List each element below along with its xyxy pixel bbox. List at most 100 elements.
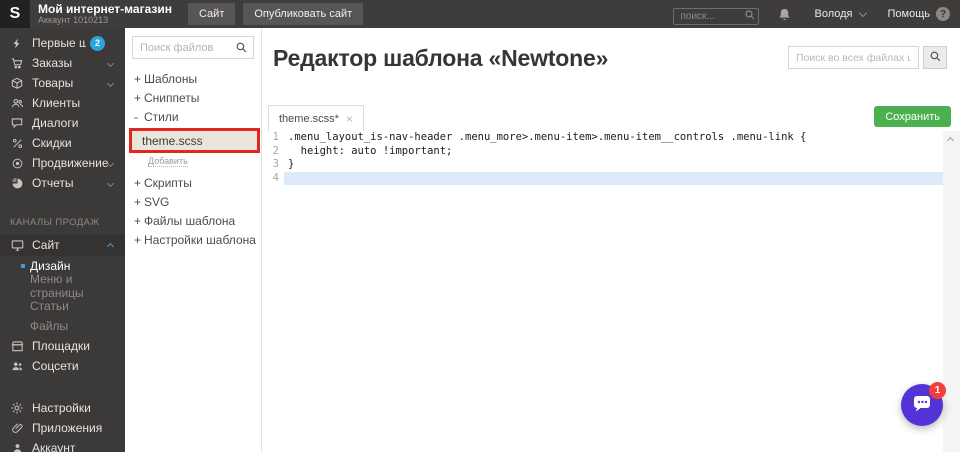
code-editor[interactable]: 1 .menu_layout_is-nav-header .menu_more>… xyxy=(262,131,943,452)
sidebar-subitem-label: Файлы xyxy=(30,319,68,333)
account-id: Аккаунт 1010213 xyxy=(38,16,172,25)
chevron-down-icon xyxy=(107,179,114,186)
sidebar-subitem-files[interactable]: Файлы xyxy=(0,316,125,336)
expand-icon[interactable]: + xyxy=(134,72,144,86)
question-mark-icon: ? xyxy=(936,7,950,21)
sidebar-item-label: Диалоги xyxy=(32,116,125,130)
scroll-up-arrow-icon[interactable] xyxy=(947,137,954,144)
tree-item-label: Скрипты xyxy=(144,176,192,190)
save-button[interactable]: Сохранить xyxy=(874,106,951,127)
box-icon xyxy=(6,76,28,90)
sidebar-item-label: Скидки xyxy=(32,136,125,150)
app-window: S Мой интернет-магазин Аккаунт 1010213 С… xyxy=(0,0,960,452)
sidebar-item-label: Товары xyxy=(32,76,108,90)
tree-file-theme-scss-selected[interactable]: theme.scss xyxy=(129,128,260,153)
code-text: height: auto !important; xyxy=(284,145,943,159)
steps-count-badge: 2 xyxy=(90,36,105,51)
notifications-bell-icon[interactable] xyxy=(777,7,792,22)
tree-item-snippets[interactable]: + Сниппеты xyxy=(125,88,261,107)
chat-unread-badge: 1 xyxy=(929,382,946,399)
sidebar-item-label: Заказы xyxy=(32,56,108,70)
all-files-search-input[interactable] xyxy=(788,46,919,69)
help-menu[interactable]: Помощь ? xyxy=(888,7,951,21)
sidebar-item-products[interactable]: Товары xyxy=(0,73,125,93)
expand-icon[interactable]: + xyxy=(134,176,144,190)
sidebar-item-orders[interactable]: Заказы xyxy=(0,53,125,73)
code-line[interactable]: 2 height: auto !important; xyxy=(262,145,943,159)
logo-glyph: S xyxy=(10,5,21,23)
sidebar-item-label: Аккаунт xyxy=(32,441,125,452)
template-editor-area: Редактор шаблона «Newtone» theme.scss* ×… xyxy=(262,28,960,452)
expand-icon[interactable]: + xyxy=(134,233,144,247)
sidebar-nav: Первые шаги 2 Заказы Товары xyxy=(0,28,125,452)
tree-item-templates[interactable]: + Шаблоны xyxy=(125,69,261,88)
storefront-icon xyxy=(6,339,28,353)
lightning-icon xyxy=(6,37,28,50)
gear-icon xyxy=(6,401,28,415)
sidebar-subitem-menu-pages[interactable]: Меню и страницы xyxy=(0,276,125,296)
topbar: S Мой интернет-магазин Аккаунт 1010213 С… xyxy=(0,0,960,28)
expand-icon[interactable]: + xyxy=(134,91,144,105)
expand-icon[interactable]: + xyxy=(134,214,144,228)
monitor-icon xyxy=(6,238,28,252)
search-icon[interactable] xyxy=(235,41,248,54)
search-icon xyxy=(744,8,756,26)
target-icon xyxy=(6,157,28,170)
code-line-active[interactable]: 4 xyxy=(262,172,943,186)
tree-item-template-settings[interactable]: + Настройки шаблона xyxy=(125,230,261,249)
sidebar-item-label: Площадки xyxy=(32,339,125,353)
tree-item-label: SVG xyxy=(144,195,169,209)
sidebar-item-apps[interactable]: Приложения xyxy=(0,418,125,438)
search-icon xyxy=(929,50,942,66)
tree-item-label: Стили xyxy=(144,110,179,124)
line-number: 1 xyxy=(262,131,284,145)
sidebar-subitem-label: Статьи xyxy=(30,299,69,313)
sidebar-subitem-articles[interactable]: Статьи xyxy=(0,296,125,316)
app-logo[interactable]: S xyxy=(0,0,30,28)
tree-item-label: Файлы шаблона xyxy=(144,214,235,228)
sidebar-item-promotion[interactable]: Продвижение xyxy=(0,153,125,173)
collapse-icon[interactable]: - xyxy=(134,110,144,124)
code-text: .menu_layout_is-nav-header .menu_more>.m… xyxy=(284,131,943,145)
tree-item-template-files[interactable]: + Файлы шаблона xyxy=(125,211,261,230)
sidebar-item-label: Первые шаги xyxy=(32,36,86,50)
close-icon[interactable]: × xyxy=(346,112,353,126)
expand-icon[interactable]: + xyxy=(134,195,144,209)
sidebar-item-reports[interactable]: Отчеты xyxy=(0,173,125,193)
sidebar-item-label: Клиенты xyxy=(32,96,125,110)
sidebar-item-social[interactable]: Соцсети xyxy=(0,356,125,376)
sidebar-item-account[interactable]: Аккаунт xyxy=(0,438,125,452)
all-files-search-button[interactable] xyxy=(923,46,947,69)
sidebar-item-settings[interactable]: Настройки xyxy=(0,398,125,418)
publish-site-button[interactable]: Опубликовать сайт xyxy=(243,3,363,25)
support-chat-button[interactable]: 1 xyxy=(901,384,943,426)
editor-scrollbar[interactable] xyxy=(943,131,960,452)
code-line[interactable]: 1 .menu_layout_is-nav-header .menu_more>… xyxy=(262,131,943,145)
sidebar-item-label: Сайт xyxy=(32,238,108,252)
add-file-link[interactable]: Добавить xyxy=(148,156,188,167)
line-number: 2 xyxy=(262,145,284,159)
tree-item-label: Шаблоны xyxy=(144,72,197,86)
sidebar-item-label: Отчеты xyxy=(32,176,108,190)
user-menu[interactable]: Володя xyxy=(814,8,865,20)
sidebar-item-site[interactable]: Сайт xyxy=(0,234,125,256)
selected-file-label: theme.scss xyxy=(142,134,203,148)
sidebar-item-dialogs[interactable]: Диалоги xyxy=(0,113,125,133)
tree-item-svg[interactable]: + SVG xyxy=(125,192,261,211)
paperclip-icon xyxy=(6,422,28,435)
sidebar-item-first-steps[interactable]: Первые шаги 2 xyxy=(0,33,125,53)
all-files-search xyxy=(788,46,947,69)
code-line[interactable]: 3 } xyxy=(262,158,943,172)
tree-item-styles[interactable]: - Стили xyxy=(125,107,261,126)
sidebar-item-customers[interactable]: Клиенты xyxy=(0,93,125,113)
file-search xyxy=(132,36,254,59)
line-number: 4 xyxy=(262,172,284,186)
tree-item-scripts[interactable]: + Скрипты xyxy=(125,173,261,192)
site-button[interactable]: Сайт xyxy=(188,3,235,25)
sidebar-item-marketplaces[interactable]: Площадки xyxy=(0,336,125,356)
store-brand: Мой интернет-магазин Аккаунт 1010213 xyxy=(38,3,172,25)
tree-item-label: Сниппеты xyxy=(144,91,199,105)
tab-theme-scss[interactable]: theme.scss* × xyxy=(268,105,364,131)
sidebar-item-discounts[interactable]: Скидки xyxy=(0,133,125,153)
file-search-input[interactable] xyxy=(133,42,235,54)
